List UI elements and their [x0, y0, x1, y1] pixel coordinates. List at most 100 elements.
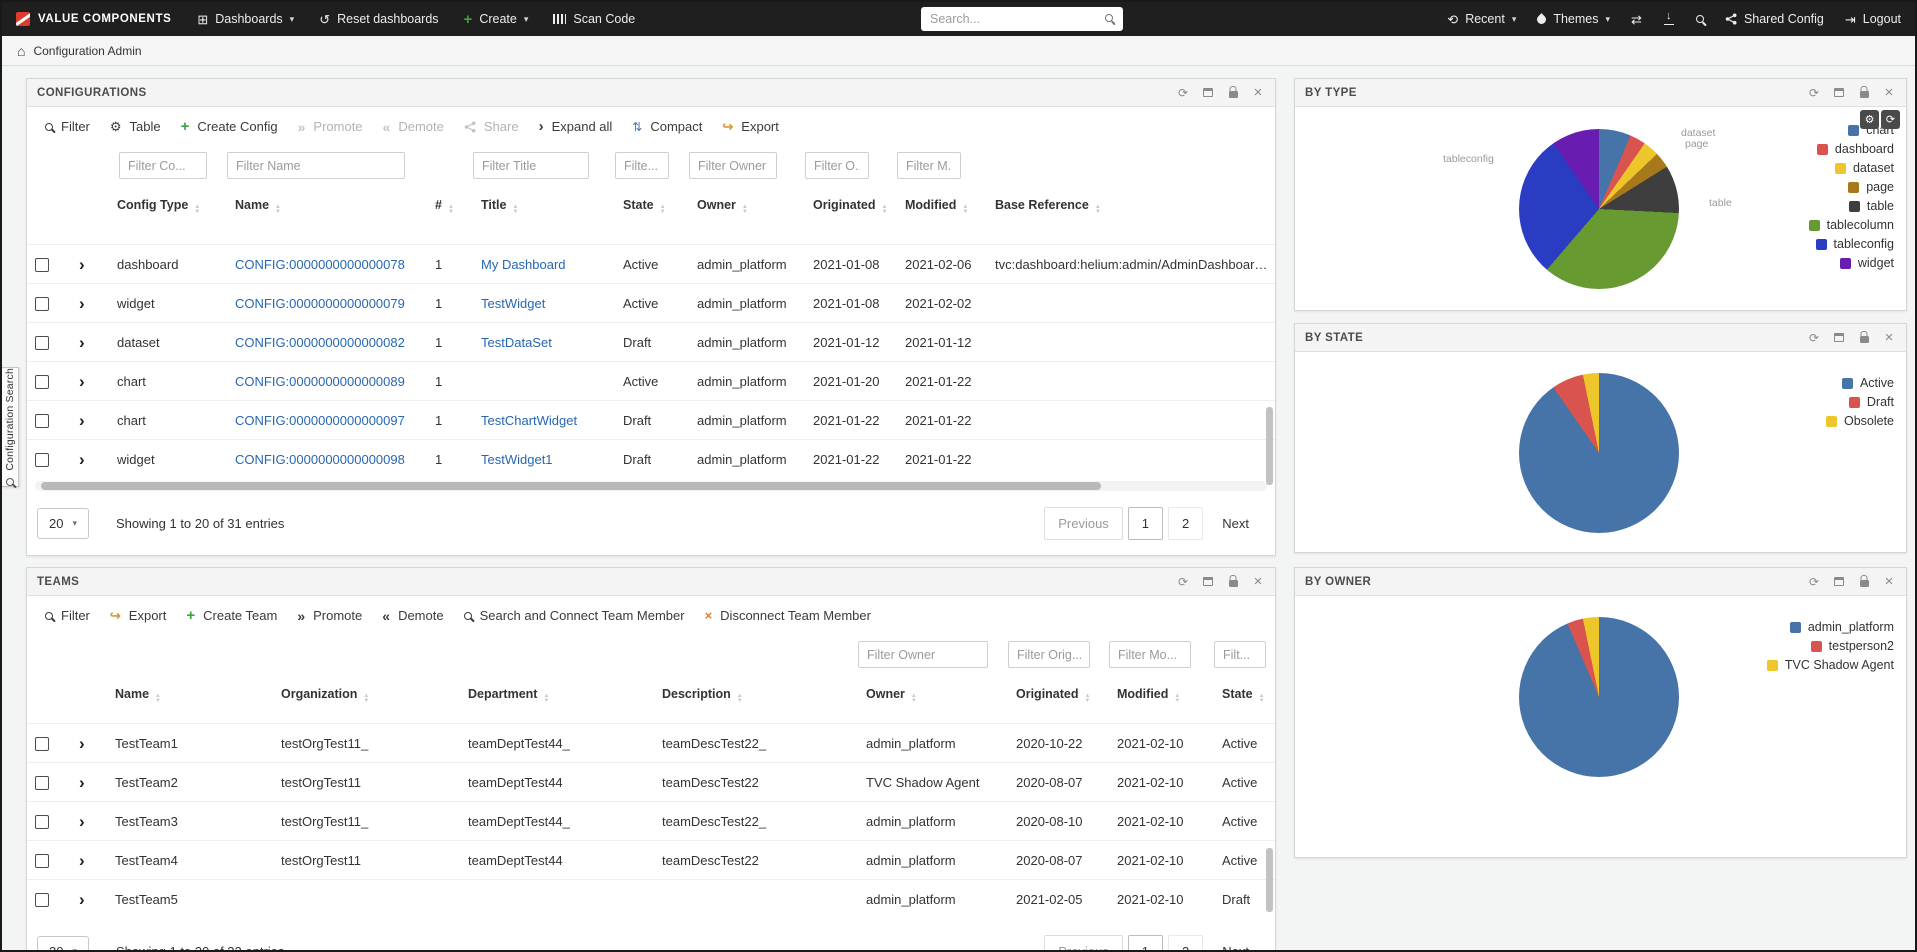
config-title-link[interactable]: TestWidget — [481, 296, 545, 311]
filter-input-4[interactable] — [689, 152, 777, 179]
column-header-name[interactable]: Name▲▼ — [107, 676, 273, 724]
legend-item-admin-platform[interactable]: admin_platform — [1790, 620, 1894, 634]
nav-shared-config[interactable]: Shared Config — [1725, 12, 1824, 26]
row-checkbox[interactable] — [35, 453, 49, 467]
team-row[interactable]: ›TestTeam5admin_platform2021-02-052021-0… — [27, 880, 1275, 919]
toolbar-expand-all-button[interactable]: ›Expand all — [529, 112, 623, 141]
toolbar-filter-button[interactable]: Filter — [35, 601, 100, 630]
filter-input-1[interactable] — [227, 152, 405, 179]
nav-sync-button[interactable]: ⇄ — [1631, 13, 1642, 26]
panel-maximize-button[interactable] — [1201, 86, 1215, 100]
row-checkbox[interactable] — [35, 297, 49, 311]
expand-row-icon[interactable]: › — [79, 890, 85, 909]
column-header-owner[interactable]: Owner▲▼ — [858, 676, 1008, 724]
row-checkbox[interactable] — [35, 776, 49, 790]
filter-input-5[interactable] — [805, 152, 869, 179]
panel-close-button[interactable]: × — [1882, 575, 1896, 589]
config-row[interactable]: ›chartCONFIG:00000000000000971TestChartW… — [27, 401, 1275, 440]
search-input[interactable] — [921, 7, 1123, 31]
nav-reset-dashboards[interactable]: ↺Reset dashboards — [319, 12, 438, 26]
expand-row-icon[interactable]: › — [79, 411, 85, 430]
toolbar-table-button[interactable]: ⚙Table — [100, 112, 171, 141]
filter-input-3[interactable] — [615, 152, 669, 179]
page-size-select[interactable]: 20 ▾ — [37, 508, 89, 539]
horizontal-scrollbar[interactable] — [35, 481, 1267, 491]
toolbar-export-button[interactable]: ↪Export — [100, 601, 176, 630]
expand-row-icon[interactable]: › — [79, 255, 85, 274]
page-size-select[interactable]: 20 ▾ — [37, 936, 89, 952]
pagination-next[interactable]: Next — [1208, 507, 1263, 540]
toolbar-create-config-button[interactable]: +Create Config — [171, 112, 288, 141]
legend-item-tableconfig[interactable]: tableconfig — [1816, 237, 1894, 251]
brand[interactable]: VALUE COMPONENTS — [16, 12, 171, 26]
column-header-modified[interactable]: Modified▲▼ — [897, 187, 987, 245]
sidebar-tab-configuration-search[interactable]: Configuration Search — [2, 367, 19, 487]
config-name-link[interactable]: CONFIG:0000000000000079 — [235, 296, 405, 311]
panel-lock-button[interactable] — [1857, 331, 1871, 345]
team-row[interactable]: ›TestTeam3testOrgTest11_teamDeptTest44_t… — [27, 802, 1275, 841]
pagination-page-1[interactable]: 1 — [1128, 935, 1163, 952]
row-checkbox[interactable] — [35, 737, 49, 751]
filter-input-6[interactable] — [897, 152, 961, 179]
pagination-page-1[interactable]: 1 — [1128, 507, 1163, 540]
expand-row-icon[interactable]: › — [79, 812, 85, 831]
panel-close-button[interactable]: × — [1882, 86, 1896, 100]
by-owner-pie-chart[interactable] — [1519, 617, 1679, 777]
filter-input-2[interactable] — [1109, 641, 1191, 668]
nav-recent[interactable]: ⟲Recent▾ — [1447, 12, 1516, 26]
legend-item-draft[interactable]: Draft — [1849, 395, 1894, 409]
column-header-state[interactable]: State▲▼ — [615, 187, 689, 245]
panel-refresh-button[interactable]: ⟳ — [1176, 575, 1190, 589]
column-header-owner[interactable]: Owner▲▼ — [689, 187, 805, 245]
pagination-previous[interactable]: Previous — [1044, 507, 1123, 540]
panel-refresh-button[interactable]: ⟳ — [1176, 86, 1190, 100]
config-name-link[interactable]: CONFIG:0000000000000078 — [235, 257, 405, 272]
row-checkbox[interactable] — [35, 854, 49, 868]
pagination-previous[interactable]: Previous — [1044, 935, 1123, 952]
row-checkbox[interactable] — [35, 258, 49, 272]
expand-row-icon[interactable]: › — [79, 450, 85, 469]
column-header-department[interactable]: Department▲▼ — [460, 676, 654, 724]
nav-create[interactable]: +Create▾ — [464, 12, 529, 27]
expand-row-icon[interactable]: › — [79, 333, 85, 352]
column-header-description[interactable]: Description▲▼ — [654, 676, 858, 724]
panel-refresh-button[interactable]: ⟳ — [1807, 86, 1821, 100]
panel-maximize-button[interactable] — [1832, 86, 1846, 100]
expand-row-icon[interactable]: › — [79, 851, 85, 870]
toolbar-share-button[interactable]: Share — [454, 112, 529, 141]
panel-maximize-button[interactable] — [1201, 575, 1215, 589]
column-header-config-type[interactable]: Config Type▲▼ — [109, 187, 227, 245]
nav-zoom-button[interactable] — [1696, 15, 1704, 23]
config-row[interactable]: ›widgetCONFIG:00000000000000981TestWidge… — [27, 440, 1275, 479]
column-header-name[interactable]: Name▲▼ — [227, 187, 427, 245]
column-header-originated[interactable]: Originated▲▼ — [805, 187, 897, 245]
row-checkbox[interactable] — [35, 893, 49, 907]
scrollbar-thumb[interactable] — [41, 482, 1101, 490]
config-title-link[interactable]: My Dashboard — [481, 257, 566, 272]
by-type-pie-chart[interactable] — [1519, 129, 1679, 289]
legend-item-tvc-shadow-agent[interactable]: TVC Shadow Agent — [1767, 658, 1894, 672]
toolbar-disconnect-team-member-button[interactable]: ×Disconnect Team Member — [695, 601, 881, 630]
legend-item-table[interactable]: table — [1849, 199, 1894, 213]
panel-lock-button[interactable] — [1857, 86, 1871, 100]
config-name-link[interactable]: CONFIG:0000000000000082 — [235, 335, 405, 350]
chart-gear-button[interactable]: ⚙ — [1860, 110, 1879, 129]
panel-lock-button[interactable] — [1226, 575, 1240, 589]
column-header-title[interactable]: Title▲▼ — [473, 187, 615, 245]
nav-logout[interactable]: ⇥Logout — [1845, 12, 1901, 26]
panel-close-button[interactable]: × — [1251, 575, 1265, 589]
team-row[interactable]: ›TestTeam2testOrgTest11teamDeptTest44tea… — [27, 763, 1275, 802]
config-title-link[interactable]: TestDataSet — [481, 335, 552, 350]
toolbar-search-and-connect-team-member-button[interactable]: Search and Connect Team Member — [454, 601, 695, 630]
expand-row-icon[interactable]: › — [79, 294, 85, 313]
pagination-next[interactable]: Next — [1208, 935, 1263, 952]
expand-row-icon[interactable]: › — [79, 372, 85, 391]
toolbar-filter-button[interactable]: Filter — [35, 112, 100, 141]
nav-themes[interactable]: Themes▾ — [1537, 12, 1610, 26]
nav-dashboards[interactable]: ⊞Dashboards▾ — [197, 12, 294, 26]
home-icon[interactable]: ⌂ — [17, 44, 25, 58]
column-header-[interactable]: #▲▼ — [427, 187, 473, 245]
filter-input-3[interactable] — [1214, 641, 1266, 668]
legend-item-active[interactable]: Active — [1842, 376, 1894, 390]
panel-maximize-button[interactable] — [1832, 331, 1846, 345]
